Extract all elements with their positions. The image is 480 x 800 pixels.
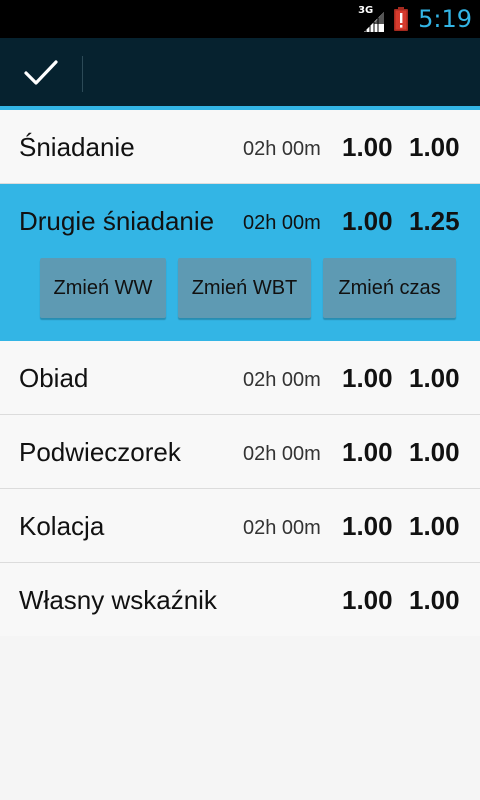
- meal-row-dinner[interactable]: Kolacja 02h 00m 1.00 1.00: [0, 489, 480, 563]
- meal-row-breakfast[interactable]: Śniadanie 02h 00m 1.00 1.00: [0, 110, 480, 184]
- meal-value-1: 1.00: [342, 585, 393, 615]
- status-icons: 3G 5:19: [358, 0, 472, 38]
- check-icon: [24, 60, 58, 85]
- meal-value-1: 1.00: [342, 437, 393, 467]
- action-bar-divider: [82, 56, 83, 92]
- meal-row-lunch[interactable]: Obiad 02h 00m 1.00 1.00: [0, 341, 480, 415]
- meal-name: Obiad: [19, 363, 89, 393]
- meal-time: 02h 00m: [243, 443, 321, 465]
- meal-actions: Zmień WW Zmień WBT Zmień czas: [40, 258, 456, 318]
- meal-row-second-breakfast[interactable]: Drugie śniadanie 02h 00m 1.00 1.25 Zmień…: [0, 184, 480, 341]
- meal-value-2: 1.00: [409, 511, 460, 541]
- meal-time: 02h 00m: [243, 212, 321, 234]
- signal-icon: [364, 12, 385, 32]
- meal-value-2: 1.25: [409, 206, 460, 236]
- meal-row-custom-ratio[interactable]: Własny wskaźnik 1.00 1.00: [0, 563, 480, 636]
- meal-time: 02h 00m: [243, 517, 321, 539]
- meal-name: Podwieczorek: [19, 437, 181, 467]
- meal-name: Kolacja: [19, 511, 105, 541]
- meal-row-afternoon-snack[interactable]: Podwieczorek 02h 00m 1.00 1.00: [0, 415, 480, 489]
- meal-name: Śniadanie: [19, 132, 135, 162]
- meal-value-2: 1.00: [409, 585, 460, 615]
- status-time: 5:19: [418, 5, 472, 33]
- meal-value-1: 1.00: [342, 206, 393, 236]
- battery-icon: [394, 7, 409, 31]
- change-wbt-button[interactable]: Zmień WBT: [178, 258, 311, 318]
- meal-value-1: 1.00: [342, 363, 393, 393]
- meal-value-2: 1.00: [409, 363, 460, 393]
- change-time-button[interactable]: Zmień czas: [323, 258, 456, 318]
- meal-name: Własny wskaźnik: [19, 585, 217, 615]
- done-button[interactable]: [0, 38, 82, 106]
- meal-value-2: 1.00: [409, 437, 460, 467]
- change-ww-button[interactable]: Zmień WW: [40, 258, 166, 318]
- meal-time: 02h 00m: [243, 369, 321, 391]
- meal-time: 02h 00m: [243, 138, 321, 160]
- meal-value-1: 1.00: [342, 511, 393, 541]
- meal-name: Drugie śniadanie: [19, 206, 215, 236]
- meal-value-1: 1.00: [342, 132, 393, 162]
- network-indicator: 3G: [358, 4, 386, 34]
- meal-value-2: 1.00: [409, 132, 460, 162]
- status-bar: 3G 5:19: [0, 0, 480, 38]
- meal-list: Śniadanie 02h 00m 1.00 1.00 Drugie śniad…: [0, 110, 480, 636]
